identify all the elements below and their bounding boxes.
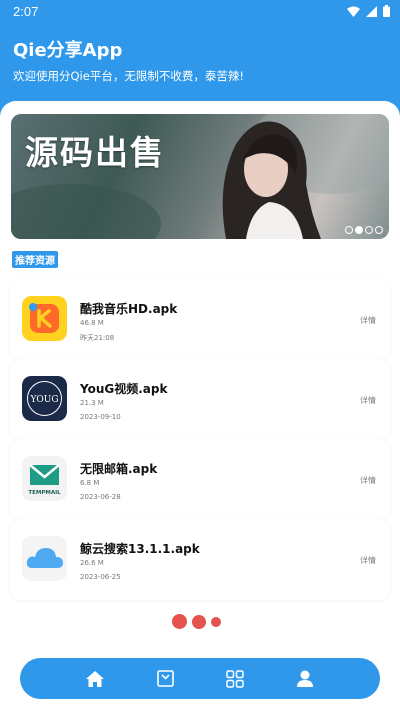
- nav-home[interactable]: [75, 659, 115, 699]
- loading-dot: [172, 614, 187, 629]
- banner-title: 源码出售: [25, 133, 165, 172]
- grid-icon: [226, 669, 244, 688]
- banner-pagination: [345, 226, 383, 234]
- app-date: 2023-06-28: [80, 493, 121, 501]
- youg-video-icon: YOUG: [22, 376, 67, 421]
- list-item[interactable]: YOUG YouG视频.apk 21.3 M 2023-09-10 详情: [10, 360, 390, 440]
- signal-icon: [366, 5, 377, 17]
- home-icon: [86, 670, 104, 687]
- app-date: 2023-06-25: [80, 573, 121, 581]
- app-date: 2023-09-10: [80, 413, 121, 421]
- app-name: 无限邮箱.apk: [80, 462, 158, 476]
- banner-dot[interactable]: [375, 226, 383, 234]
- battery-icon: [383, 5, 390, 17]
- banner-carousel[interactable]: 源码出售: [11, 114, 389, 239]
- app-size: 21.3 M: [80, 399, 104, 407]
- list-item[interactable]: 鲸云搜索13.1.1.apk 26.6 M 2023-06-25 详情: [10, 520, 390, 600]
- app-title: Qie分享App: [13, 40, 123, 61]
- app-name: 鲸云搜索13.1.1.apk: [80, 542, 200, 556]
- tempmail-icon-text: TEMPMAIL: [28, 490, 61, 496]
- nav-user[interactable]: [285, 659, 325, 699]
- section-label: 推荐资源: [12, 251, 58, 268]
- list-item[interactable]: TEMPMAIL 无限邮箱.apk 6.8 M 2023-06-28 详情: [10, 440, 390, 520]
- app-name: 酷我音乐HD.apk: [80, 302, 178, 316]
- list-item[interactable]: 酷我音乐HD.apk 46.8 M 昨天21:08 详情: [10, 280, 390, 360]
- user-icon: [297, 670, 313, 687]
- wifi-icon: [347, 6, 360, 17]
- banner-dot[interactable]: [365, 226, 373, 234]
- detail-button[interactable]: 详情: [360, 475, 376, 486]
- app-size: 46.8 M: [80, 319, 104, 327]
- app-date: 昨天21:08: [80, 334, 115, 342]
- app-size: 26.6 M: [80, 559, 104, 567]
- cloud-search-icon: [22, 536, 67, 581]
- detail-button[interactable]: 详情: [360, 315, 376, 326]
- temp-mail-icon: TEMPMAIL: [22, 456, 67, 501]
- loading-indicator: [172, 614, 221, 629]
- app-list: 酷我音乐HD.apk 46.8 M 昨天21:08 详情 YOUG YouG视频…: [10, 280, 390, 600]
- kuwo-music-icon: [22, 296, 67, 341]
- app-subtitle: 欢迎使用分Qie平台，无限制不收费，泰苦辣!: [13, 69, 244, 83]
- inbox-icon: [156, 670, 174, 687]
- status-bar: 2:07: [0, 0, 400, 24]
- banner-dot-active[interactable]: [355, 226, 363, 234]
- youg-icon-text: YOUG: [29, 395, 58, 405]
- app-name: YouG视频.apk: [80, 382, 168, 396]
- status-icons: [347, 5, 390, 17]
- nav-grid[interactable]: [215, 659, 255, 699]
- status-time: 2:07: [13, 4, 39, 19]
- bottom-nav: [20, 658, 380, 699]
- app-size: 6.8 M: [80, 479, 100, 487]
- loading-dot: [211, 616, 221, 627]
- loading-dot: [192, 614, 206, 629]
- detail-button[interactable]: 详情: [360, 395, 376, 406]
- nav-inbox[interactable]: [145, 659, 185, 699]
- detail-button[interactable]: 详情: [360, 555, 376, 566]
- banner-dot[interactable]: [345, 226, 353, 234]
